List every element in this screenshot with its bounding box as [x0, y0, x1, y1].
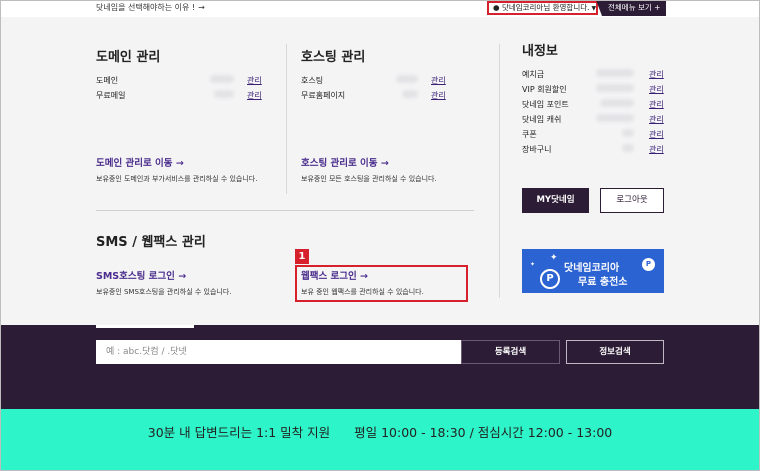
hosting-move-link[interactable]: 호스팅 관리로 이동 →	[301, 155, 389, 169]
section-divider	[96, 210, 474, 211]
sparkle-icon: ✦	[550, 253, 558, 263]
banner-line1: 닷네임코리아	[564, 263, 620, 274]
search-tab-indicator	[96, 325, 194, 328]
vip-label: VIP 회원할인	[522, 85, 567, 94]
vip-manage-link[interactable]: 관리	[649, 84, 664, 95]
arrow-right-icon: →	[198, 3, 205, 12]
register-search-button[interactable]: 등록검색	[461, 340, 560, 364]
support-description: 30분 내 답변드리는 1:1 밀착 지원	[147, 425, 331, 440]
support-hours: 평일 10:00 - 18:30 / 점심시간 12:00 - 13:00	[354, 425, 613, 440]
myinfo-section-title: 내정보	[522, 44, 558, 59]
point-manage-link[interactable]: 관리	[649, 99, 664, 110]
point-coin-icon: P	[642, 258, 655, 271]
support-text: 30분 내 답변드리는 1:1 밀착 지원 평일 10:00 - 18:30 /…	[0, 422, 760, 441]
hosting-description: 보유중인 모든 호스팅을 관리하실 수 있습니다.	[301, 175, 437, 183]
divider	[286, 44, 287, 194]
domain-section-title: 도메인 관리	[96, 50, 161, 65]
banner-line2: 무료 충전소	[578, 277, 628, 288]
coupon-manage-link[interactable]: 관리	[649, 129, 664, 140]
sms-login-link[interactable]: SMS호스팅 로그인 →	[96, 268, 186, 282]
hosting-section-title: 호스팅 관리	[301, 50, 366, 65]
sms-section-title: SMS / 웹팩스 관리	[96, 235, 206, 250]
redacted-value	[600, 99, 634, 107]
freemail-manage-link[interactable]: 관리	[247, 90, 262, 101]
redacted-value	[596, 114, 634, 122]
info-search-button[interactable]: 정보검색	[566, 340, 664, 364]
welcome-text: 닷네임코리아님 환영합니다.	[501, 3, 590, 12]
all-menu-button[interactable]: 전체메뉴 보기 +	[596, 0, 666, 16]
sms-description: 보유중인 SMS호스팅을 관리하실 수 있습니다.	[96, 288, 232, 296]
redacted-value	[622, 129, 634, 137]
why-choose-link[interactable]: 닷네임을 선택해야하는 이유 ! →	[96, 2, 205, 13]
redacted-value	[210, 75, 234, 83]
webfax-login-link[interactable]: 웹팩스 로그인 →	[301, 268, 368, 282]
freehomepage-row-label: 무료홈페이지	[301, 91, 346, 100]
redacted-value	[402, 90, 418, 98]
person-icon: ●	[493, 3, 500, 12]
hosting-row-label: 호스팅	[301, 76, 324, 85]
redacted-value	[596, 69, 634, 77]
point-label: 닷네임 포인트	[522, 100, 569, 109]
webfax-description: 보유 중인 웹팩스를 관리하실 수 있습니다.	[301, 288, 424, 296]
freemail-row-label: 무료메일	[96, 91, 126, 100]
coupon-label: 쿠폰	[522, 130, 537, 139]
cart-manage-link[interactable]: 관리	[649, 144, 664, 155]
redacted-value	[622, 144, 634, 152]
freehomepage-manage-link[interactable]: 관리	[431, 90, 446, 101]
domain-row-label: 도메인	[96, 76, 119, 85]
sparkle-icon: ✦	[530, 261, 536, 268]
deposit-manage-link[interactable]: 관리	[649, 69, 664, 80]
domain-move-link[interactable]: 도메인 관리로 이동 →	[96, 155, 184, 169]
free-charge-banner[interactable]: ✦ ✦ P 닷네임코리아 무료 충전소 P	[522, 249, 664, 293]
search-section	[0, 325, 760, 409]
deposit-label: 예치금	[522, 70, 545, 79]
point-coin-icon: P	[540, 269, 560, 289]
redacted-value	[596, 84, 634, 92]
redacted-value	[214, 90, 234, 98]
domain-manage-link[interactable]: 관리	[247, 75, 262, 86]
domain-search-input[interactable]	[96, 340, 461, 364]
top-bar: 닷네임을 선택해야하는 이유 ! → ● 닷네임코리아님 환영합니다. ▼ 전체메뉴…	[0, 0, 760, 17]
cash-label: 닷네임 캐쉬	[522, 115, 562, 124]
cash-manage-link[interactable]: 관리	[649, 114, 664, 125]
my-dotname-button[interactable]: MY닷네임	[522, 188, 589, 213]
domain-description: 보유중인 도메인과 부가서비스를 관리하실 수 있습니다.	[96, 175, 258, 183]
hosting-manage-link[interactable]: 관리	[431, 75, 446, 86]
logout-button[interactable]: 로그아웃	[600, 188, 664, 213]
cart-label: 장바구니	[522, 145, 552, 154]
redacted-value	[396, 75, 418, 83]
why-choose-text: 닷네임을 선택해야하는 이유 !	[96, 3, 196, 12]
divider	[499, 44, 500, 298]
step-badge: 1	[295, 249, 309, 264]
welcome-dropdown[interactable]: ● 닷네임코리아님 환영합니다. ▼	[487, 1, 598, 15]
